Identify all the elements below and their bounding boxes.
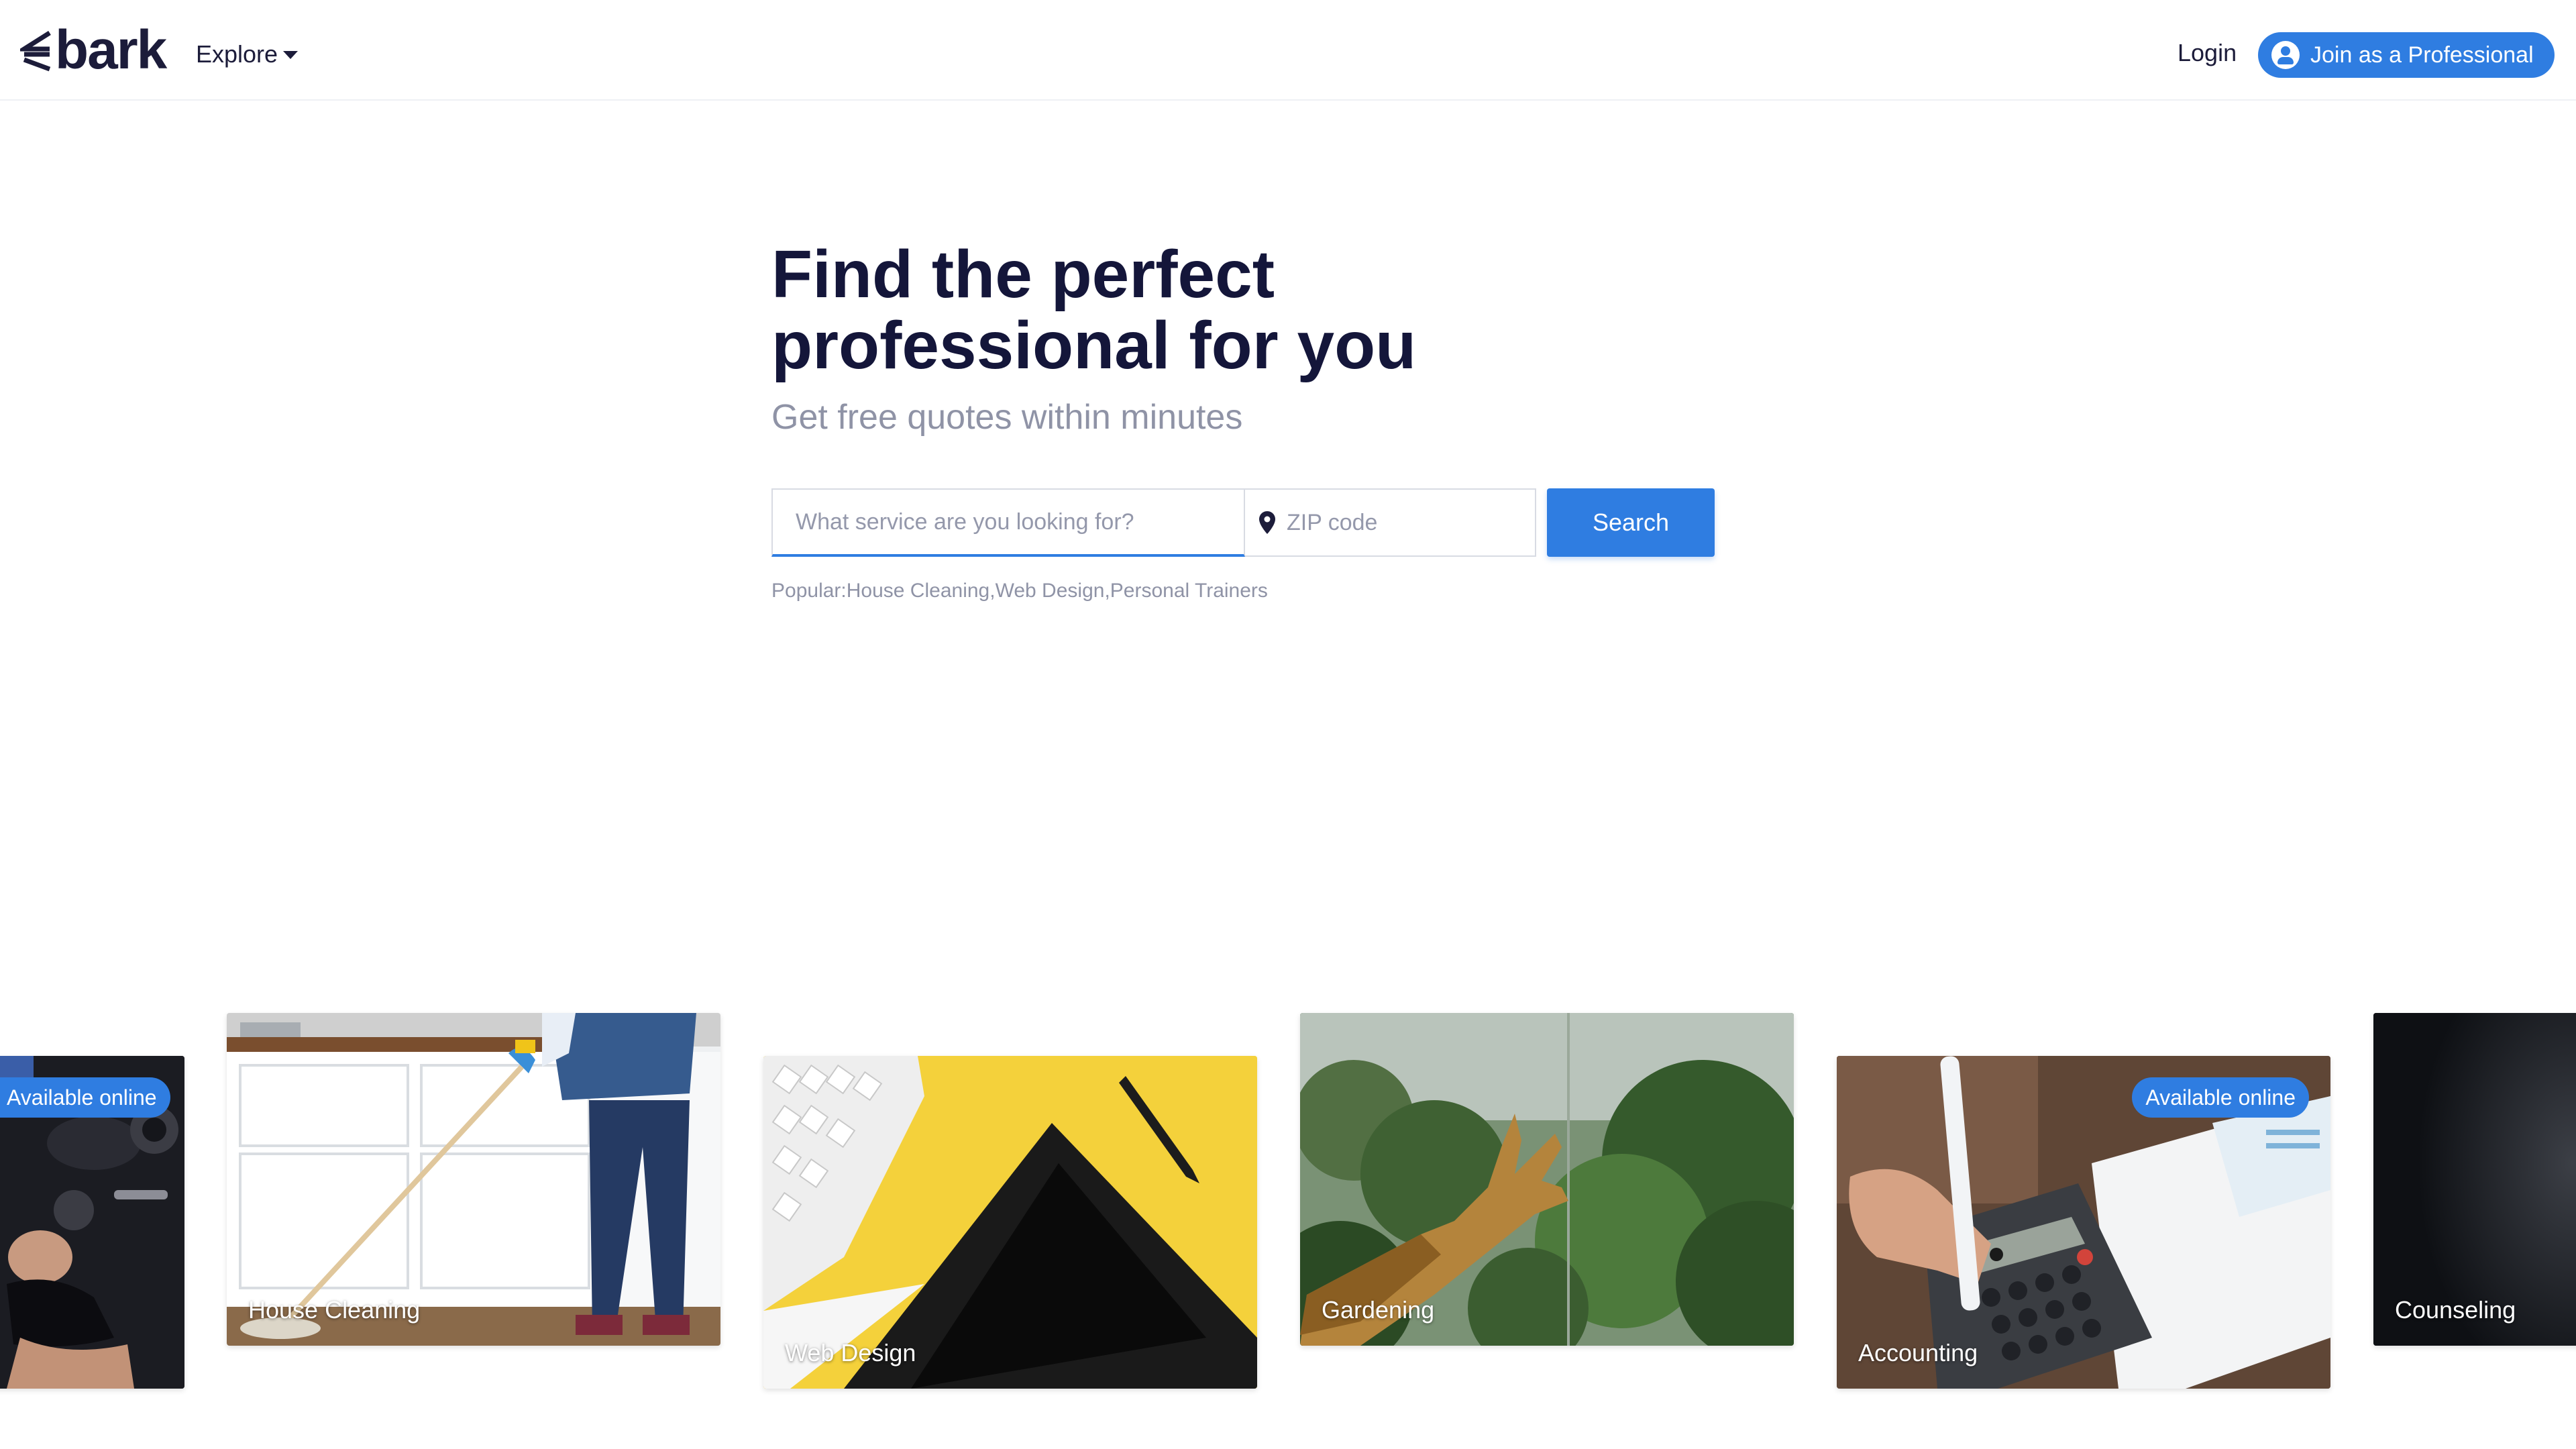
- category-card-house-cleaning[interactable]: House Cleaning: [227, 1013, 720, 1346]
- popular-separator: ,: [1104, 580, 1110, 602]
- popular-separator: ,: [989, 580, 996, 602]
- search-button[interactable]: Search: [1547, 488, 1715, 557]
- explore-menu[interactable]: Explore: [196, 40, 299, 68]
- zip-code-input[interactable]: [1285, 508, 1513, 537]
- category-card-accounting[interactable]: Available online Accounting: [1837, 1056, 2330, 1389]
- category-card-fitness[interactable]: Available online: [0, 1056, 184, 1389]
- bark-logo[interactable]: bark: [20, 19, 167, 80]
- popular-link-personal-trainers[interactable]: Personal Trainers: [1110, 580, 1268, 602]
- user-circle-icon: [2271, 41, 2300, 69]
- available-online-badge: Available online: [2132, 1077, 2309, 1118]
- popular-link-web-design[interactable]: Web Design: [996, 580, 1105, 602]
- category-label: Counseling: [2395, 1296, 2516, 1324]
- bark-logo-mark-icon: [20, 31, 51, 72]
- login-link[interactable]: Login: [2178, 39, 2237, 67]
- search-form: Search: [771, 488, 1715, 557]
- category-label: Accounting: [1858, 1339, 1978, 1366]
- page-title-line-1: Find the perfect: [771, 237, 1275, 312]
- page-subtitle: Get free quotes within minutes: [771, 398, 1243, 437]
- popular-searches: Popular: House Cleaning , Web Design , P…: [771, 580, 1268, 602]
- explore-label: Explore: [196, 40, 278, 68]
- page-title: Find the perfect professional for you: [771, 239, 1576, 381]
- map-pin-icon: [1259, 511, 1275, 534]
- zip-field-wrapper[interactable]: [1245, 488, 1536, 557]
- category-label: House Cleaning: [248, 1296, 421, 1324]
- join-label: Join as a Professional: [2310, 42, 2534, 68]
- top-navbar: bark Explore Login Join as a Professiona…: [0, 0, 2576, 101]
- caret-down-icon: [283, 51, 299, 59]
- category-card-web-design[interactable]: Web Design: [763, 1056, 1257, 1389]
- join-as-professional-button[interactable]: Join as a Professional: [2258, 32, 2555, 78]
- category-label: Web Design: [785, 1339, 916, 1366]
- category-card-counseling[interactable]: Counseling: [2373, 1013, 2576, 1346]
- page-title-line-2: professional for you: [771, 308, 1417, 383]
- popular-prefix: Popular:: [771, 580, 847, 602]
- available-online-badge: Available online: [0, 1077, 170, 1118]
- logo-text: bark: [55, 19, 167, 80]
- category-label: Gardening: [1322, 1296, 1435, 1324]
- category-card-gardening[interactable]: Gardening: [1300, 1013, 1794, 1346]
- popular-link-house-cleaning[interactable]: House Cleaning: [847, 580, 989, 602]
- service-search-input[interactable]: [771, 488, 1245, 557]
